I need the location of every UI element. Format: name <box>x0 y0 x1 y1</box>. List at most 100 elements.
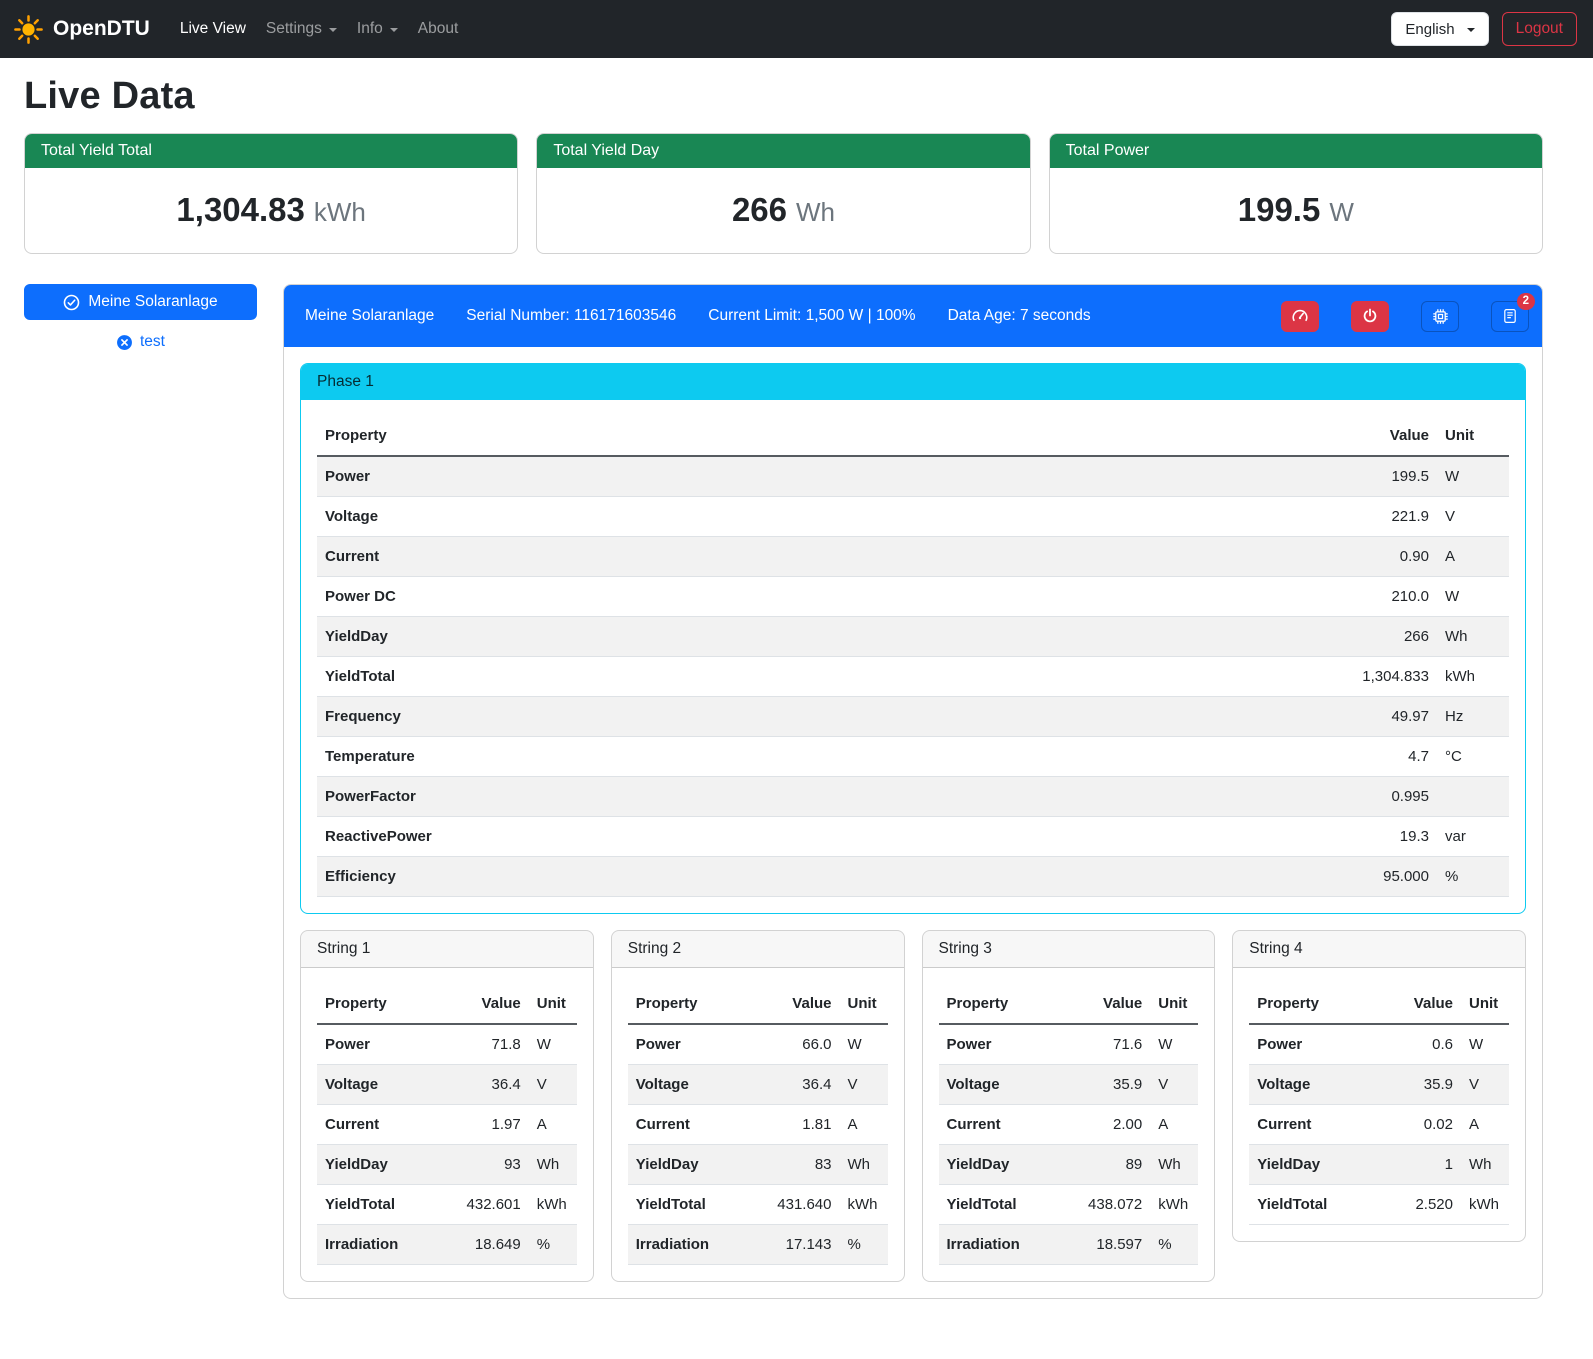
serial-number: Serial Number: 116171603546 <box>466 307 676 325</box>
property-cell: YieldDay <box>939 1145 1071 1185</box>
value-cell: 4.7 <box>1317 737 1437 777</box>
unit-cell: V <box>529 1065 577 1105</box>
live-data-page: Live Data Total Yield Total 1,304.83 kWh… <box>0 75 1593 1325</box>
unit-cell: Wh <box>529 1145 577 1185</box>
check-circle-icon <box>63 294 80 311</box>
power-icon <box>1362 308 1378 324</box>
nav-item-about[interactable]: About <box>408 12 469 46</box>
unit-cell: var <box>1437 817 1509 857</box>
inverter-select-test[interactable]: test <box>116 333 165 351</box>
brand-label: OpenDTU <box>53 17 150 41</box>
card-header: Total Yield Total <box>25 134 517 168</box>
nav-item-settings[interactable]: Settings <box>256 12 347 46</box>
table-row: Frequency49.97Hz <box>317 697 1509 737</box>
table-row: Current2.00A <box>939 1105 1199 1145</box>
value-cell: 71.6 <box>1070 1024 1150 1065</box>
value-cell: 35.9 <box>1070 1065 1150 1105</box>
value-cell: 66.0 <box>760 1024 840 1065</box>
property-cell: YieldDay <box>317 617 1317 657</box>
device-info-button[interactable] <box>1421 301 1459 332</box>
strings-row: String 1 PropertyValueUnitPower71.8WVolt… <box>300 930 1526 1282</box>
language-select[interactable]: English <box>1391 12 1488 46</box>
phase-1-title: Phase 1 <box>301 364 1525 400</box>
card-total-yield-day: Total Yield Day 266 Wh <box>536 133 1030 254</box>
value-cell: 71.8 <box>449 1024 529 1065</box>
value-cell: 0.02 <box>1381 1105 1461 1145</box>
table-row: Voltage35.9V <box>939 1065 1199 1105</box>
unit-cell: kWh <box>1461 1185 1509 1225</box>
logout-button[interactable]: Logout <box>1502 12 1577 46</box>
inverter-select-meine-solaranlage[interactable]: Meine Solaranlage <box>24 284 257 320</box>
property-cell: YieldDay <box>317 1145 449 1185</box>
nav-item-live-view[interactable]: Live View <box>170 12 256 46</box>
table-header-value: Value <box>1317 416 1437 456</box>
opendtu-sun-logo-icon <box>13 14 44 45</box>
x-circle-icon <box>116 334 133 351</box>
unit-cell: W <box>1437 456 1509 497</box>
table-row: Power0.6W <box>1249 1024 1509 1065</box>
property-cell: Power <box>628 1024 760 1065</box>
unit-cell <box>1437 777 1509 817</box>
table-header-unit: Unit <box>1461 984 1509 1024</box>
string-2-table-container: PropertyValueUnitPower66.0WVoltage36.4VC… <box>612 968 904 1265</box>
property-cell: YieldTotal <box>628 1185 760 1225</box>
table-row: Voltage221.9V <box>317 497 1509 537</box>
power-toggle-button[interactable] <box>1351 301 1389 332</box>
table-header-unit: Unit <box>840 984 888 1024</box>
unit-cell: V <box>1437 497 1509 537</box>
table-header-row: PropertyValueUnit <box>317 416 1509 456</box>
property-cell: Power <box>317 1024 449 1065</box>
properties-table: PropertyValueUnitPower71.8WVoltage36.4VC… <box>317 984 577 1265</box>
string-3-card: String 3 PropertyValueUnitPower71.6WVolt… <box>922 930 1216 1282</box>
table-row: YieldTotal438.072kWh <box>939 1185 1199 1225</box>
total-power-value: 199.5 <box>1238 191 1321 229</box>
limit-settings-button[interactable] <box>1281 301 1319 332</box>
value-cell: 19.3 <box>1317 817 1437 857</box>
value-cell: 0.6 <box>1381 1024 1461 1065</box>
table-header-property: Property <box>317 416 1317 456</box>
card-total-yield-total: Total Yield Total 1,304.83 kWh <box>24 133 518 254</box>
total-yield-day-value: 266 <box>732 191 787 229</box>
unit-cell: Wh <box>840 1145 888 1185</box>
property-cell: Voltage <box>939 1065 1071 1105</box>
value-cell: 1 <box>1381 1145 1461 1185</box>
property-cell: Irradiation <box>628 1225 760 1265</box>
table-row: PowerFactor0.995 <box>317 777 1509 817</box>
unit-cell: kWh <box>1150 1185 1198 1225</box>
property-cell: Voltage <box>317 1065 449 1105</box>
property-cell: PowerFactor <box>317 777 1317 817</box>
card-header: Total Yield Day <box>537 134 1029 168</box>
unit-cell: kWh <box>1437 657 1509 697</box>
table-header-value: Value <box>760 984 840 1024</box>
property-cell: YieldTotal <box>317 1185 449 1225</box>
unit-cell: W <box>529 1024 577 1065</box>
summary-cards-row: Total Yield Total 1,304.83 kWh Total Yie… <box>24 133 1543 254</box>
value-cell: 95.000 <box>1317 857 1437 897</box>
string-1-title: String 1 <box>301 931 593 968</box>
table-header-unit: Unit <box>529 984 577 1024</box>
table-header-unit: Unit <box>1437 416 1509 456</box>
table-row: Current1.97A <box>317 1105 577 1145</box>
table-header-unit: Unit <box>1150 984 1198 1024</box>
properties-table: PropertyValueUnitPower71.6WVoltage35.9VC… <box>939 984 1199 1265</box>
event-log-button[interactable]: 2 <box>1491 301 1529 332</box>
unit-cell: V <box>1461 1065 1509 1105</box>
inverter-panel-header: Meine Solaranlage Serial Number: 1161716… <box>284 285 1542 347</box>
content-row: Meine Solaranlage test Meine Solaranlage… <box>24 284 1543 1299</box>
table-row: Temperature4.7°C <box>317 737 1509 777</box>
table-row: Current0.02A <box>1249 1105 1509 1145</box>
unit-cell: Hz <box>1437 697 1509 737</box>
property-cell: Current <box>628 1105 760 1145</box>
data-age: Data Age: 7 seconds <box>948 307 1091 325</box>
property-cell: YieldTotal <box>1249 1185 1381 1225</box>
table-row: YieldTotal2.520kWh <box>1249 1185 1509 1225</box>
value-cell: 0.995 <box>1317 777 1437 817</box>
property-cell: Irradiation <box>317 1225 449 1265</box>
nav-item-info[interactable]: Info <box>347 12 408 46</box>
table-row: Voltage35.9V <box>1249 1065 1509 1105</box>
string-3-table-container: PropertyValueUnitPower71.6WVoltage35.9VC… <box>923 968 1215 1265</box>
brand[interactable]: OpenDTU <box>13 14 150 45</box>
table-row: Power199.5W <box>317 456 1509 497</box>
property-cell: Power <box>1249 1024 1381 1065</box>
property-cell: YieldDay <box>628 1145 760 1185</box>
